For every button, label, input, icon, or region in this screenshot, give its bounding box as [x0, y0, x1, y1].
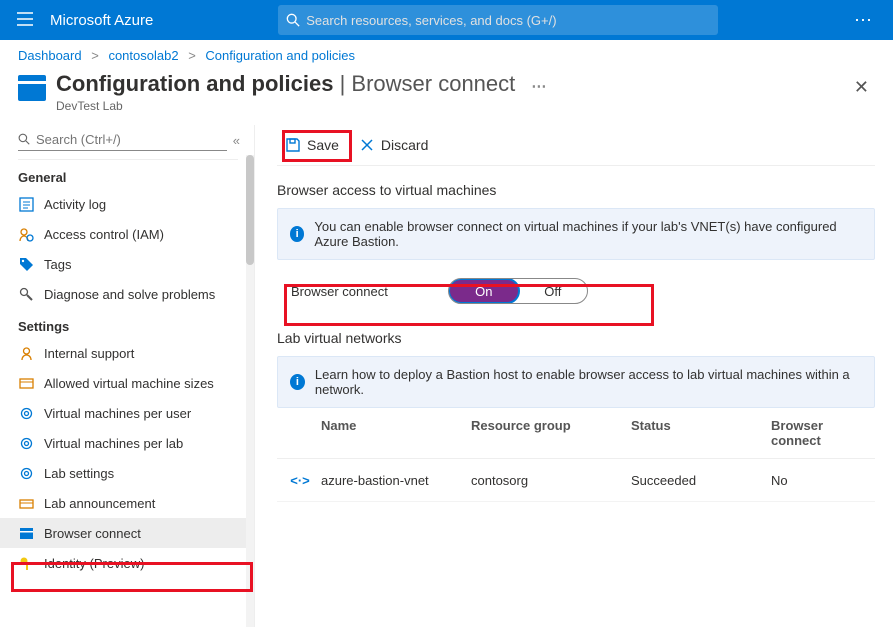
col-browser-connect: Browser connect — [771, 418, 875, 448]
sidebar-item-lab-announcement[interactable]: Lab announcement — [0, 488, 248, 518]
section-lab-vnets: Lab virtual networks — [277, 314, 875, 356]
section-browser-access: Browser access to virtual machines — [277, 166, 875, 208]
support-icon — [18, 345, 34, 361]
info-icon: i — [290, 226, 304, 242]
browser-connect-toggle[interactable]: On Off — [448, 278, 588, 304]
sidebar-item-activity-log[interactable]: Activity log — [0, 189, 248, 219]
toggle-row: Browser connect On Off — [277, 260, 875, 314]
breadcrumb: Dashboard > contosolab2 > Configuration … — [0, 40, 893, 71]
breadcrumb-lab[interactable]: contosolab2 — [108, 48, 178, 63]
global-search[interactable] — [278, 5, 718, 35]
vm-sizes-icon — [18, 375, 34, 391]
toggle-off[interactable]: Off — [519, 279, 587, 303]
breadcrumb-config[interactable]: Configuration and policies — [205, 48, 355, 63]
cell-status: Succeeded — [631, 473, 771, 488]
sidebar-item-tags[interactable]: Tags — [0, 249, 248, 279]
cell-name: azure-bastion-vnet — [321, 473, 471, 488]
col-resource-group: Resource group — [471, 418, 631, 448]
access-control-icon — [18, 226, 34, 242]
sidebar-scrollbar[interactable] — [246, 155, 254, 627]
page-subtitle: DevTest Lab — [56, 99, 546, 113]
info-icon: i — [290, 374, 305, 390]
sidebar-section-general: General — [0, 160, 248, 189]
sidebar-item-browser-connect[interactable]: Browser connect — [0, 518, 248, 548]
sidebar-item-vms-per-lab[interactable]: Virtual machines per lab — [0, 428, 248, 458]
cell-browser-connect: No — [771, 473, 875, 488]
sidebar-item-allowed-vm-sizes[interactable]: Allowed virtual machine sizes — [0, 368, 248, 398]
key-icon — [18, 555, 34, 571]
toggle-on[interactable]: On — [448, 278, 520, 304]
command-bar: Save Discard — [277, 125, 875, 166]
info-box-deploy-bastion: i Learn how to deploy a Bastion host to … — [277, 356, 875, 408]
sidebar-section-settings: Settings — [0, 309, 248, 338]
sidebar: « General Activity log Access control (I… — [0, 125, 255, 627]
activity-log-icon — [18, 196, 34, 212]
breadcrumb-dashboard[interactable]: Dashboard — [18, 48, 82, 63]
browser-connect-icon — [18, 525, 34, 541]
discard-button[interactable]: Discard — [351, 133, 436, 157]
close-icon[interactable]: ✕ — [848, 71, 875, 104]
search-icon — [18, 133, 30, 148]
col-status: Status — [631, 418, 771, 448]
vnet-icon: <·> — [291, 471, 309, 489]
page-header: Configuration and policies | Browser con… — [0, 71, 893, 125]
sidebar-item-diagnose[interactable]: Diagnose and solve problems — [0, 279, 248, 309]
sidebar-item-vms-per-user[interactable]: Virtual machines per user — [0, 398, 248, 428]
tag-icon — [18, 256, 34, 272]
more-icon[interactable]: ⋯ — [843, 10, 883, 31]
cell-resource-group: contosorg — [471, 473, 631, 488]
hamburger-icon[interactable] — [10, 12, 40, 29]
info-box-bastion: i You can enable browser connect on virt… — [277, 208, 875, 260]
announcement-icon — [18, 495, 34, 511]
page-title: Configuration and policies | Browser con… — [56, 71, 546, 96]
col-name: Name — [321, 418, 471, 448]
gear-icon — [18, 405, 34, 421]
save-button[interactable]: Save — [277, 133, 347, 157]
toggle-label: Browser connect — [291, 284, 388, 299]
sidebar-item-access-control[interactable]: Access control (IAM) — [0, 219, 248, 249]
diagnose-icon — [18, 286, 34, 302]
gear-icon — [18, 435, 34, 451]
gear-icon — [18, 465, 34, 481]
main-content: Save Discard Browser access to virtual m… — [255, 125, 893, 627]
collapse-sidebar-icon[interactable]: « — [233, 133, 240, 148]
global-search-input[interactable] — [306, 13, 710, 28]
sidebar-search-input[interactable] — [18, 129, 227, 151]
sidebar-item-identity[interactable]: Identity (Preview) — [0, 548, 248, 578]
sidebar-item-internal-support[interactable]: Internal support — [0, 338, 248, 368]
table-row[interactable]: <·> azure-bastion-vnet contosorg Succeed… — [277, 459, 875, 502]
sidebar-item-lab-settings[interactable]: Lab settings — [0, 458, 248, 488]
resource-icon — [18, 75, 46, 101]
table-header: Name Resource group Status Browser conne… — [277, 408, 875, 459]
top-bar: Microsoft Azure ⋯ — [0, 0, 893, 40]
brand-label: Microsoft Azure — [50, 12, 153, 29]
